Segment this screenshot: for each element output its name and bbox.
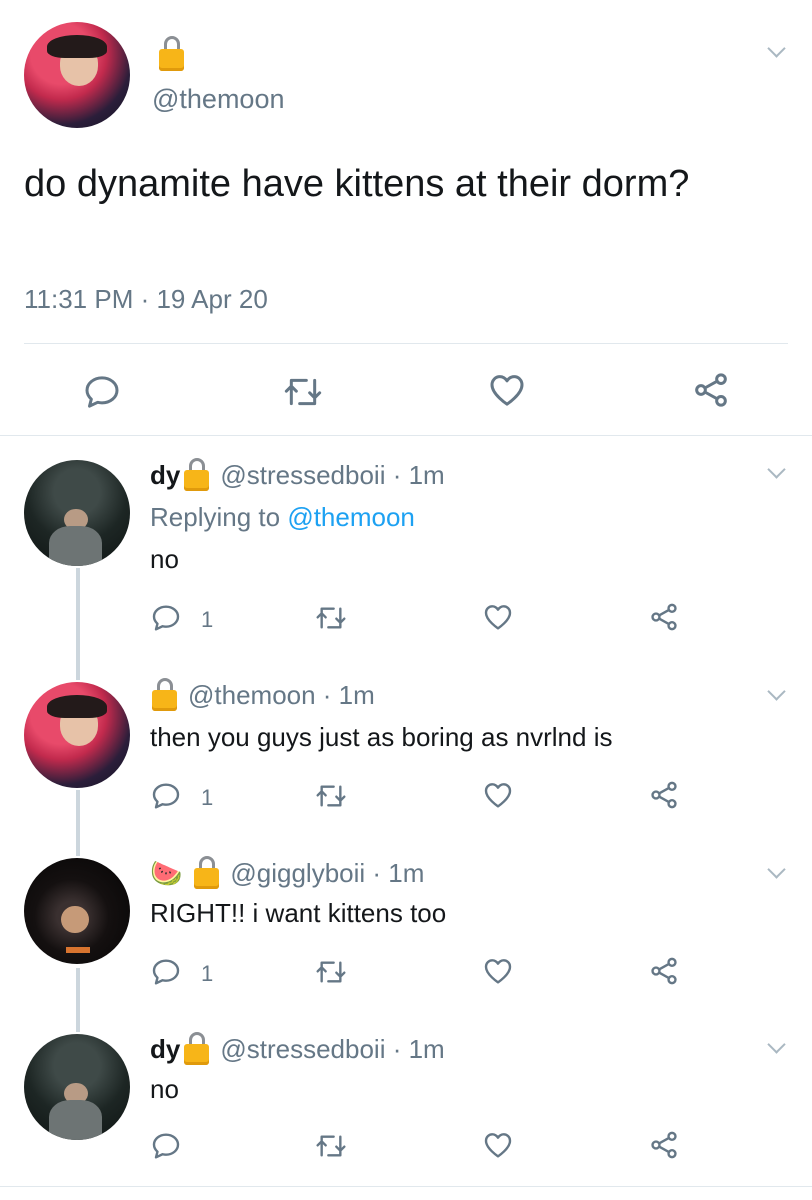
retweet-icon[interactable]	[314, 956, 348, 988]
tweet-text: do dynamite have kittens at their dorm?	[24, 163, 690, 205]
reply-text: then you guys just as boring as nvrlnd i…	[150, 722, 613, 752]
lock-icon	[192, 856, 222, 890]
share-icon[interactable]	[648, 601, 680, 633]
divider	[0, 1186, 812, 1187]
lock-icon	[150, 678, 180, 712]
share-icon[interactable]	[648, 779, 680, 811]
author-handle[interactable]: @themoon	[152, 84, 284, 115]
retweet-icon[interactable]	[282, 372, 324, 412]
like-icon[interactable]	[482, 601, 514, 633]
chevron-down-icon[interactable]	[767, 860, 786, 879]
chevron-down-icon[interactable]	[767, 1035, 786, 1054]
share-icon[interactable]	[648, 1129, 680, 1161]
thread-line	[76, 568, 80, 680]
display-name[interactable]: dy	[150, 1034, 180, 1065]
avatar[interactable]	[24, 460, 130, 566]
share-icon[interactable]	[691, 370, 731, 410]
reply-count: 1	[201, 607, 214, 632]
lock-icon	[182, 1032, 212, 1066]
reply-icon[interactable]	[150, 602, 182, 634]
avatar[interactable]	[24, 1034, 130, 1140]
like-icon[interactable]	[487, 370, 527, 410]
author-handle[interactable]: @themoon · 1m	[188, 680, 375, 711]
reply-text: no	[150, 544, 179, 574]
retweet-icon[interactable]	[314, 602, 348, 634]
avatar[interactable]	[24, 682, 130, 788]
chevron-down-icon[interactable]	[767, 39, 786, 58]
reply-count: 1	[201, 785, 214, 810]
replying-to-link[interactable]: @themoon	[287, 502, 415, 532]
reply-count: 1	[201, 961, 214, 986]
chevron-down-icon[interactable]	[767, 460, 786, 479]
display-name[interactable]: 🍉	[150, 858, 182, 889]
retweet-icon[interactable]	[314, 1130, 348, 1162]
retweet-icon[interactable]	[314, 780, 348, 812]
reply-text: no	[150, 1074, 179, 1104]
thread-line	[76, 968, 80, 1032]
reply-header: dy @stressedboii · 1m	[150, 458, 445, 492]
share-icon[interactable]	[648, 955, 680, 987]
reply-header: 🍉 @gigglyboii · 1m	[150, 856, 424, 890]
reply-icon[interactable]	[150, 780, 182, 812]
replying-to-label: Replying to	[150, 502, 288, 532]
reply-icon[interactable]	[82, 372, 122, 412]
like-icon[interactable]	[482, 1129, 514, 1161]
divider	[0, 435, 812, 436]
display-name[interactable]: dy	[150, 460, 180, 491]
lock-icon	[157, 36, 187, 72]
replying-to: Replying to @themoon	[150, 502, 415, 533]
reply-text: RIGHT!! i want kittens too	[150, 898, 447, 928]
author-handle[interactable]: @stressedboii · 1m	[220, 1034, 444, 1065]
chevron-down-icon[interactable]	[767, 682, 786, 701]
tweet-timestamp[interactable]: 11:31 PM · 19 Apr 20	[24, 284, 268, 315]
reply-header: @themoon · 1m	[150, 678, 375, 712]
avatar[interactable]	[24, 858, 130, 964]
avatar[interactable]	[24, 22, 130, 128]
divider	[24, 343, 788, 344]
lock-icon	[182, 458, 212, 492]
like-icon[interactable]	[482, 955, 514, 987]
like-icon[interactable]	[482, 779, 514, 811]
reply-icon[interactable]	[150, 1130, 182, 1162]
author-handle[interactable]: @gigglyboii · 1m	[230, 858, 424, 889]
author-handle[interactable]: @stressedboii · 1m	[220, 460, 444, 491]
reply-icon[interactable]	[150, 956, 182, 988]
reply-header: dy @stressedboii · 1m	[150, 1032, 445, 1066]
thread-line	[76, 790, 80, 856]
